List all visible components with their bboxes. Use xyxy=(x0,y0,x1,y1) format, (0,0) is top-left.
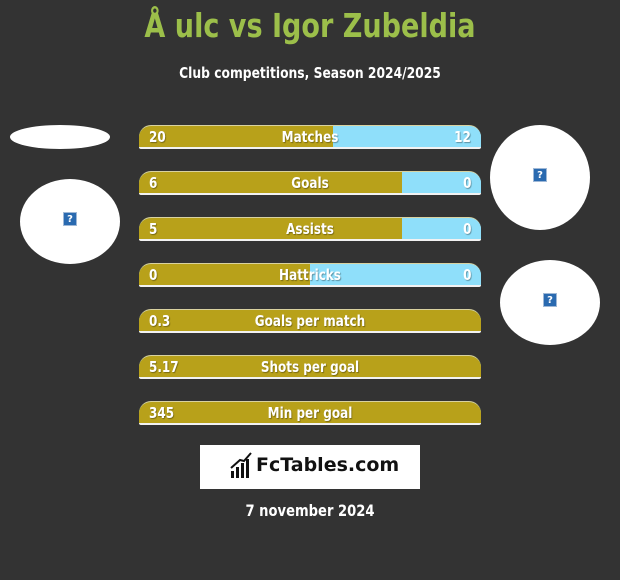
left-player-avatar[interactable]: ? xyxy=(20,179,120,264)
left-value: 6 xyxy=(149,174,158,192)
broken-image-icon: ? xyxy=(63,212,77,226)
page-subtitle: Club competitions, Season 2024/2025 xyxy=(179,64,441,82)
stat-row-goals: 6 Goals 0 xyxy=(139,171,481,195)
stat-label: Assists xyxy=(286,220,334,238)
left-value: 345 xyxy=(149,404,175,422)
stat-row-hattricks: 0 Hattricks 0 xyxy=(139,263,481,287)
bar-chart-icon xyxy=(230,452,252,478)
broken-image-icon: ? xyxy=(543,293,557,307)
stat-row-goals-per-match: 0.3 Goals per match xyxy=(139,309,481,333)
date-label: 7 november 2024 xyxy=(245,501,375,520)
left-value: 0.3 xyxy=(149,312,171,330)
stat-row-matches: 20 Matches 12 xyxy=(139,125,481,149)
stat-row-shots-per-goal: 5.17 Shots per goal xyxy=(139,355,481,379)
left-value: 0 xyxy=(149,266,158,284)
fctables-logo[interactable]: FcTables.com xyxy=(200,445,420,489)
broken-image-icon: ? xyxy=(533,168,547,182)
stat-label: Matches xyxy=(281,128,339,146)
left-team-logo xyxy=(10,125,110,149)
stat-label: Goals xyxy=(291,174,329,192)
right-value: 0 xyxy=(462,220,471,238)
page-title: Å ulc vs Igor Zubeldia xyxy=(144,6,476,45)
stat-label: Hattricks xyxy=(279,266,341,284)
right-player-avatar[interactable]: ? xyxy=(490,125,590,230)
right-value: 0 xyxy=(462,266,471,284)
left-value: 5 xyxy=(149,220,158,238)
logo-text: FcTables.com xyxy=(256,454,400,476)
right-value: 0 xyxy=(462,174,471,192)
right-team-logo[interactable]: ? xyxy=(500,260,600,345)
stat-label: Shots per goal xyxy=(260,358,360,376)
stat-row-min-per-goal: 345 Min per goal xyxy=(139,401,481,425)
stat-label: Goals per match xyxy=(254,312,366,330)
stat-row-assists: 5 Assists 0 xyxy=(139,217,481,241)
stat-label: Min per goal xyxy=(267,404,353,422)
left-value: 20 xyxy=(149,128,166,146)
right-value: 12 xyxy=(454,128,471,146)
